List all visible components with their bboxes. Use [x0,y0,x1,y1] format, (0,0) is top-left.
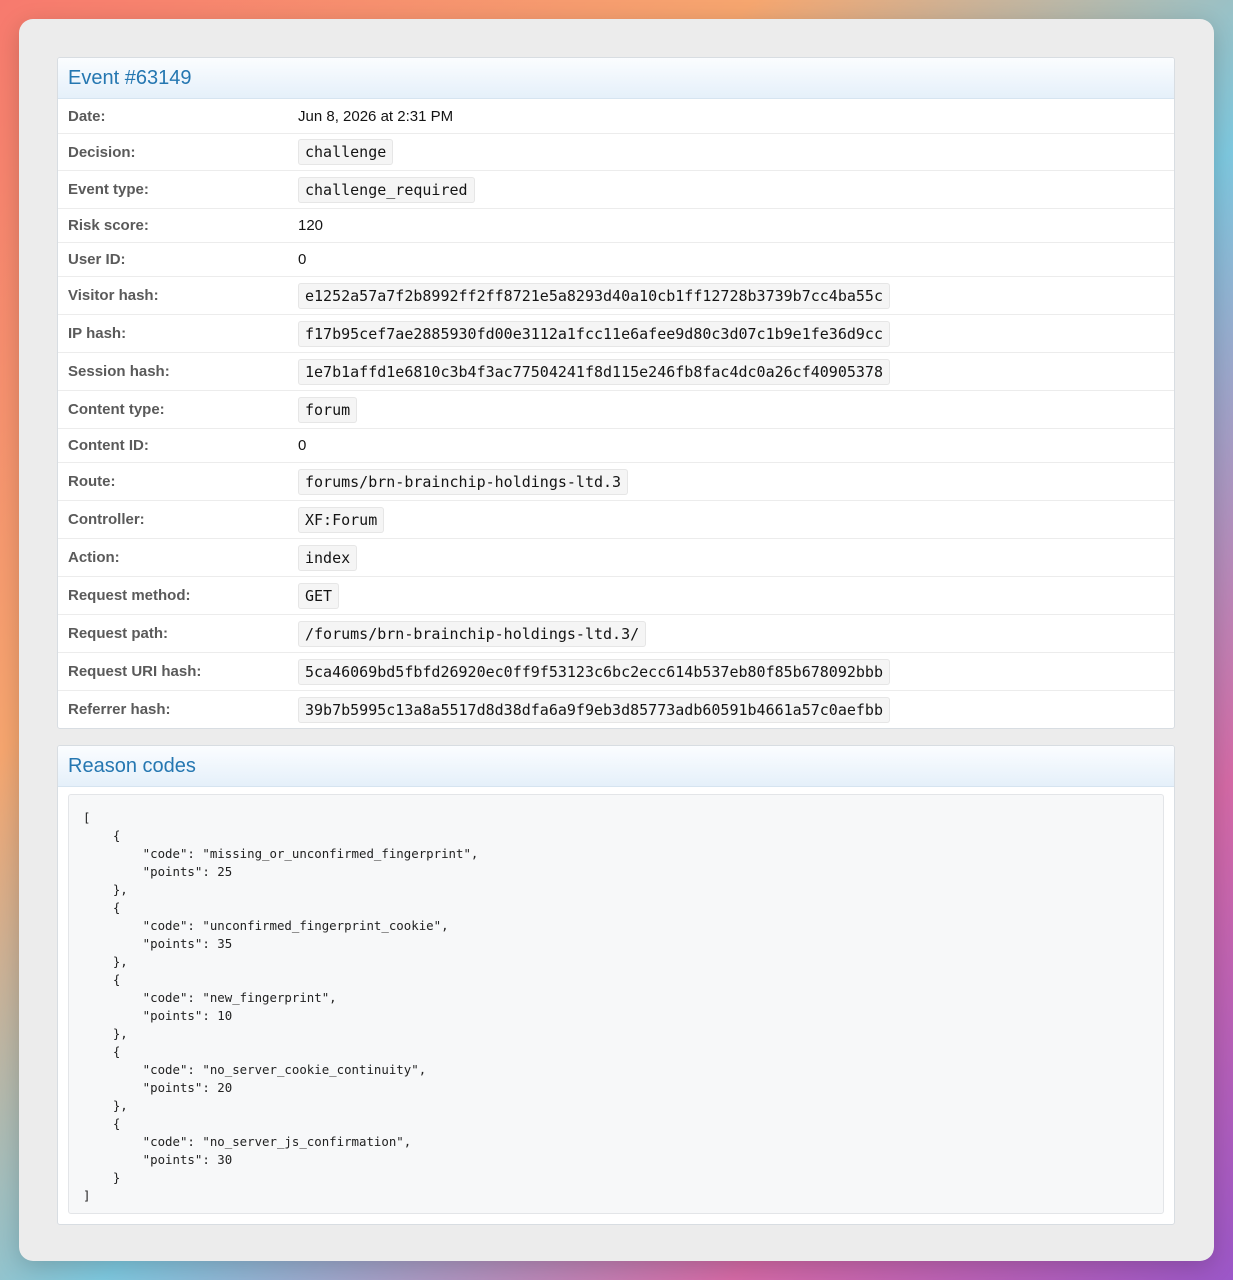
detail-label: Route: [68,473,116,490]
detail-label: Decision: [68,143,136,161]
detail-row: User ID: 0 [58,242,1174,276]
detail-value-cell: 39b7b5995c13a8a5517d8d38dfa6a9f9eb3d8577… [298,696,890,723]
detail-value-cell: e1252a57a7f2b8992ff2ff8721e5a8293d40a10c… [298,282,890,309]
detail-value-cell: f17b95cef7ae2885930fd00e3112a1fcc11e6afe… [298,320,890,347]
detail-code-value: /forums/brn-brainchip-holdings-ltd.3/ [298,620,647,647]
detail-label: Request method: [68,587,191,604]
detail-code-value: index [298,544,358,571]
detail-label: Session hash: [68,363,170,380]
detail-code-value: forum [298,396,358,423]
detail-value-cell: 0 [298,251,306,268]
detail-row: Referrer hash: 39b7b5995c13a8a5517d8d38df… [58,690,1174,728]
detail-label: Visitor hash: [68,287,159,304]
detail-value-cell: 0 [298,437,306,454]
detail-label: Date: [68,107,106,125]
detail-value: Jun 8, 2026 at 2:31 PM [298,107,454,125]
detail-row: Decision: challenge [58,133,1174,170]
detail-value: 120 [298,217,324,234]
detail-label: Content ID: [68,437,149,454]
detail-label: Referrer hash: [68,701,171,718]
detail-label: Content type: [68,401,165,418]
detail-code-value: e1252a57a7f2b8992ff2ff8721e5a8293d40a10c… [298,282,890,309]
detail-value: 0 [298,437,307,454]
detail-code-value: 39b7b5995c13a8a5517d8d38dfa6a9f9eb3d8577… [298,696,890,723]
detail-value-cell: index [298,544,358,571]
detail-code-value: XF:Forum [298,506,385,533]
detail-value-cell: 120 [298,217,323,234]
detail-row: IP hash: f17b95cef7ae2885930fd00e3112a1fc… [58,314,1174,352]
detail-label: Request path: [68,625,169,642]
reason-codes-block: Reason codes [ { "code": "missing_or_unc… [57,745,1175,1225]
detail-code-value: 5ca46069bd5fbfd26920ec0ff9f53123c6bc2ecc… [298,658,890,685]
detail-value: 0 [298,251,307,268]
detail-value-cell: challenge_required [298,176,475,203]
detail-label: Request URI hash: [68,663,202,680]
detail-value-cell: challenge [298,139,394,165]
detail-label: User ID: [68,251,126,268]
detail-row: Date: Jun 8, 2026 at 2:31 PM [58,99,1174,133]
detail-row: Action: index [58,538,1174,576]
detail-value-cell: 5ca46069bd5fbfd26920ec0ff9f53123c6bc2ecc… [298,658,890,685]
detail-value-cell: forum [298,396,358,423]
detail-code-value: forums/brn-brainchip-holdings-ltd.3 [298,468,629,495]
detail-label: Action: [68,549,120,566]
detail-row: Content ID: 0 [58,428,1174,462]
reason-codes-title: Reason codes [68,754,196,777]
detail-label: Controller: [68,511,145,528]
detail-row: Event type: challenge_required [58,170,1174,208]
detail-row: Request method: GET [58,576,1174,614]
detail-row: Route: forums/brn-brainchip-holdings-ltd.… [58,462,1174,500]
event-title: Event #63149 [68,66,192,89]
reason-codes-code-box: [ { "code": "missing_or_unconfirmed_fing… [68,794,1164,1214]
reason-codes-json: [ { "code": "missing_or_unconfirmed_fing… [83,810,479,1203]
event-header: Event #63149 [58,58,1174,99]
detail-label: IP hash: [68,325,127,342]
detail-code-value: challenge_required [298,176,475,203]
detail-row: Request path: /forums/brn-brainchip-holdi… [58,614,1174,652]
detail-code-value: 1e7b1affd1e6810c3b4f3ac77504241f8d115e24… [298,358,890,385]
detail-value-cell: XF:Forum [298,506,385,533]
detail-code-value: GET [298,582,340,609]
detail-row: Visitor hash: e1252a57a7f2b8992ff2ff8721e… [58,276,1174,314]
app-window: Event #63149 Date: Jun 8, 2026 at 2:31 PM… [19,19,1214,1261]
detail-value-cell: Jun 8, 2026 at 2:31 PM [298,108,453,125]
event-details-list: Date: Jun 8, 2026 at 2:31 PM Decision: chal… [58,99,1174,728]
detail-row: Risk score: 120 [58,208,1174,242]
detail-value-cell: /forums/brn-brainchip-holdings-ltd.3/ [298,620,647,647]
detail-value-cell: 1e7b1affd1e6810c3b4f3ac77504241f8d115e24… [298,358,890,385]
detail-row: Content type: forum [58,390,1174,428]
event-details-block: Event #63149 Date: Jun 8, 2026 at 2:31 PM… [57,57,1175,729]
detail-value-cell: GET [298,582,340,609]
detail-label: Risk score: [68,217,149,234]
detail-label: Event type: [68,181,149,198]
detail-value-cell: forums/brn-brainchip-holdings-ltd.3 [298,468,629,495]
detail-row: Controller: XF:Forum [58,500,1174,538]
detail-row: Session hash: 1e7b1affd1e6810c3b4f3ac7750… [58,352,1174,390]
detail-code-value: f17b95cef7ae2885930fd00e3112a1fcc11e6afe… [298,320,890,347]
detail-row: Request URI hash: 5ca46069bd5fbfd26920ec0… [58,652,1174,690]
reason-codes-header: Reason codes [58,746,1174,787]
detail-code-value: challenge [298,139,394,165]
